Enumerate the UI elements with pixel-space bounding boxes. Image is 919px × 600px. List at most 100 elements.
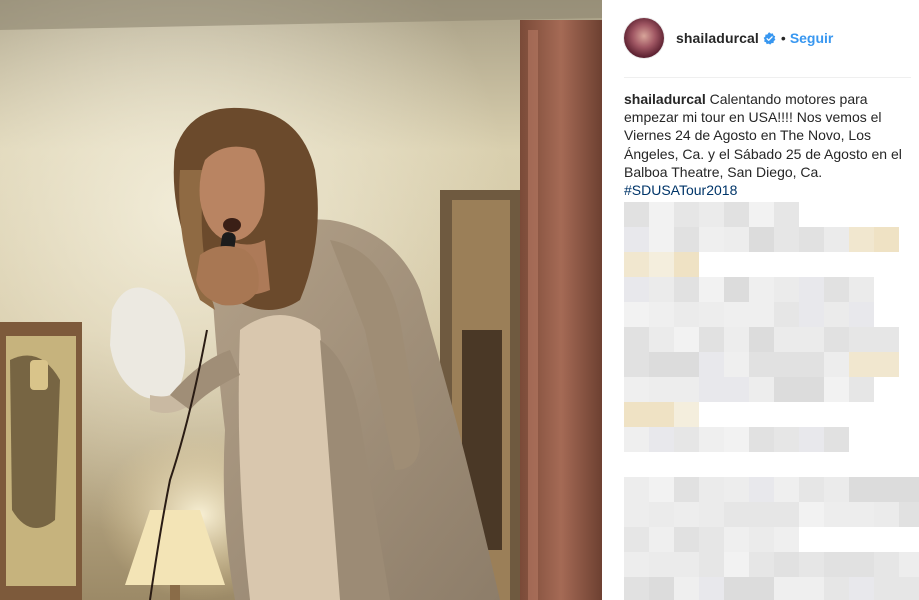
mosaic-cell <box>774 202 799 227</box>
mosaic-cell <box>624 302 649 327</box>
mosaic-cell <box>899 477 919 502</box>
caption-username-link[interactable]: shailadurcal <box>624 91 706 107</box>
mosaic-cell <box>649 302 674 327</box>
mosaic-cell <box>674 327 699 352</box>
mosaic-cell <box>674 477 699 502</box>
mosaic-cell <box>774 277 799 302</box>
mosaic-cell <box>849 577 874 600</box>
post-video[interactable] <box>0 0 602 600</box>
mosaic-cell <box>674 577 699 600</box>
mosaic-cell <box>799 277 824 302</box>
mosaic-cell <box>624 327 649 352</box>
mosaic-cell <box>624 277 649 302</box>
mosaic-cell <box>749 502 774 527</box>
mosaic-cell <box>774 427 799 452</box>
separator-dot: • <box>780 30 786 46</box>
mosaic-cell <box>824 477 849 502</box>
mosaic-cell <box>649 427 674 452</box>
mosaic-cell <box>749 577 774 600</box>
mosaic-cell <box>899 577 919 600</box>
mosaic-cell <box>849 277 874 302</box>
mosaic-cell <box>724 302 749 327</box>
mosaic-cell <box>649 477 674 502</box>
video-frame <box>0 0 602 600</box>
mosaic-cell <box>624 227 649 252</box>
mosaic-cell <box>874 477 899 502</box>
mosaic-cell <box>774 477 799 502</box>
mosaic-cell <box>649 502 674 527</box>
hashtag-link[interactable]: #SDUSATour2018 <box>624 182 737 198</box>
mosaic-cell <box>649 202 674 227</box>
mosaic-cell <box>649 227 674 252</box>
mosaic-cell <box>699 227 724 252</box>
mosaic-cell <box>724 277 749 302</box>
mosaic-cell <box>799 227 824 252</box>
mosaic-cell <box>624 527 649 552</box>
mosaic-cell <box>849 352 874 377</box>
mosaic-cell <box>749 477 774 502</box>
mosaic-cell <box>624 377 649 402</box>
mosaic-cell <box>824 327 849 352</box>
post-caption: shailadurcal Calentando motores para emp… <box>624 90 911 199</box>
mosaic-cell <box>874 502 899 527</box>
mosaic-cell <box>649 402 674 427</box>
mosaic-cell <box>799 302 824 327</box>
mosaic-cell <box>749 352 774 377</box>
mosaic-cell <box>724 377 749 402</box>
mosaic-cell <box>824 302 849 327</box>
mosaic-cell <box>899 552 919 577</box>
mosaic-cell <box>674 427 699 452</box>
mosaic-cell <box>824 352 849 377</box>
pixelated-comments <box>624 202 919 600</box>
mosaic-cell <box>699 327 724 352</box>
mosaic-cell <box>849 302 874 327</box>
mosaic-cell <box>649 552 674 577</box>
follow-button[interactable]: Seguir <box>790 30 834 46</box>
mosaic-cell <box>824 277 849 302</box>
mosaic-cell <box>749 327 774 352</box>
mosaic-cell <box>849 377 874 402</box>
mosaic-cell <box>749 527 774 552</box>
mosaic-cell <box>674 377 699 402</box>
mosaic-cell <box>699 552 724 577</box>
mosaic-cell <box>724 427 749 452</box>
profile-avatar[interactable] <box>624 18 664 58</box>
mosaic-cell <box>824 377 849 402</box>
mosaic-cell <box>674 552 699 577</box>
mosaic-cell <box>799 427 824 452</box>
mosaic-cell <box>849 552 874 577</box>
mosaic-cell <box>724 352 749 377</box>
mosaic-cell <box>699 377 724 402</box>
mosaic-cell <box>749 277 774 302</box>
mosaic-cell <box>824 502 849 527</box>
mosaic-cell <box>874 577 899 600</box>
mosaic-cell <box>774 552 799 577</box>
mosaic-cell <box>699 527 724 552</box>
mosaic-cell <box>674 527 699 552</box>
mosaic-cell <box>674 202 699 227</box>
mosaic-cell <box>699 202 724 227</box>
mosaic-cell <box>799 552 824 577</box>
username-link[interactable]: shailadurcal <box>676 30 759 46</box>
mosaic-cell <box>799 477 824 502</box>
header-divider <box>624 77 911 78</box>
mosaic-cell <box>624 252 649 277</box>
mosaic-cell <box>749 202 774 227</box>
mosaic-cell <box>774 302 799 327</box>
mosaic-cell <box>649 277 674 302</box>
mosaic-cell <box>624 502 649 527</box>
mosaic-cell <box>724 552 749 577</box>
mosaic-cell <box>724 577 749 600</box>
mosaic-cell <box>849 227 874 252</box>
mosaic-cell <box>874 227 899 252</box>
mosaic-cell <box>674 402 699 427</box>
mosaic-cell <box>649 527 674 552</box>
mosaic-cell <box>774 377 799 402</box>
mosaic-cell <box>699 577 724 600</box>
mosaic-cell <box>724 202 749 227</box>
mosaic-cell <box>649 377 674 402</box>
mosaic-cell <box>774 527 799 552</box>
mosaic-cell <box>849 327 874 352</box>
mosaic-cell <box>774 577 799 600</box>
mosaic-cell <box>699 302 724 327</box>
